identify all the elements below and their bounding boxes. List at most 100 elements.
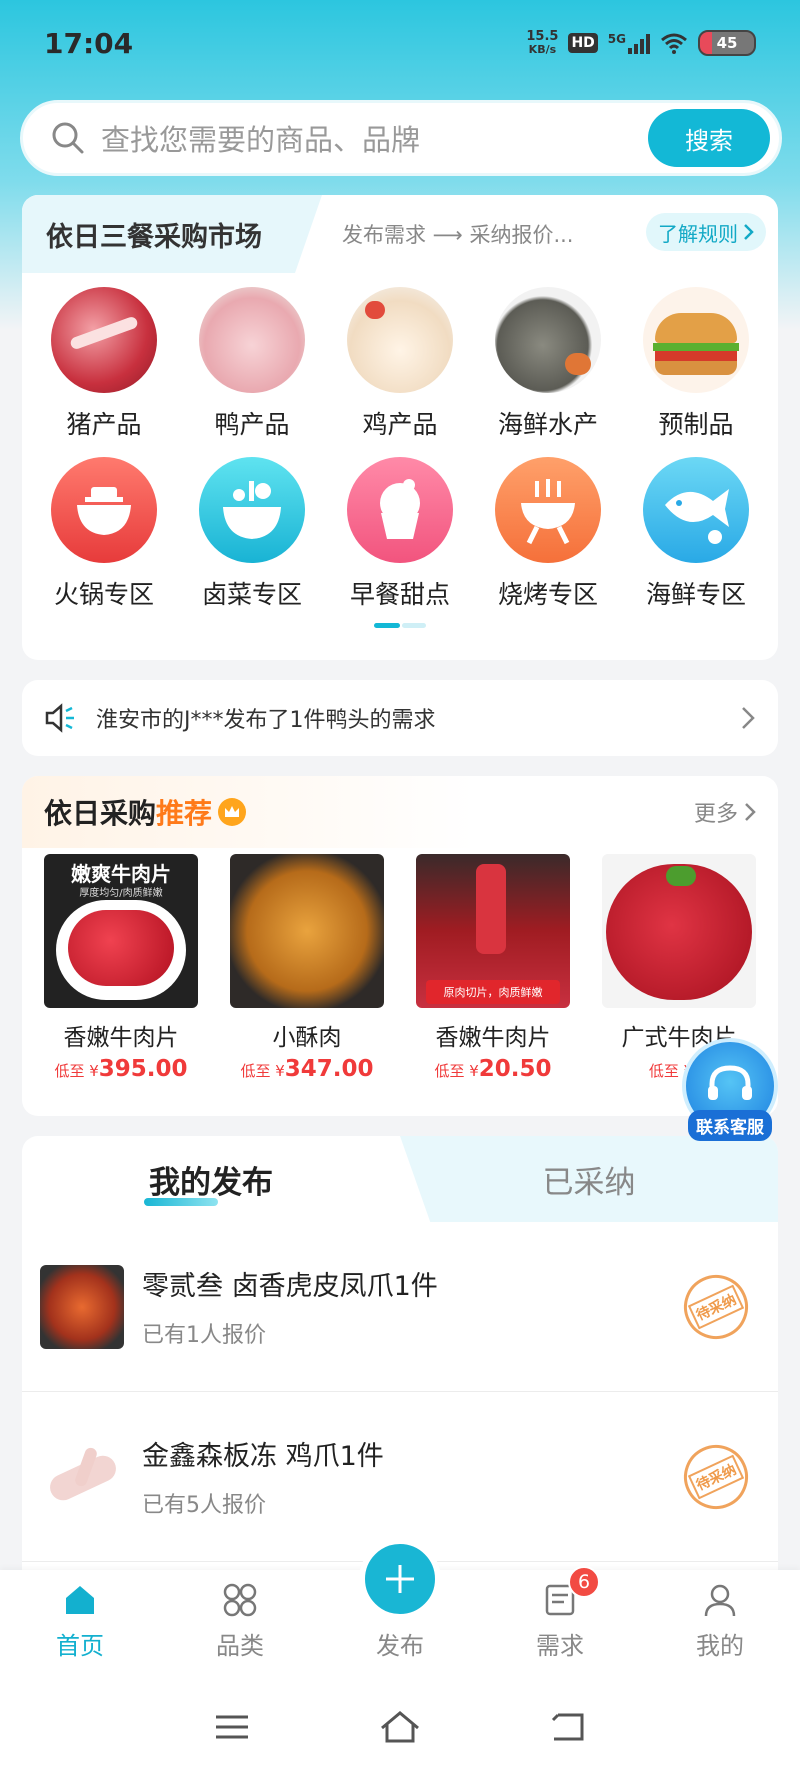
tab-adopted[interactable]: 已采纳 [400,1136,778,1222]
product-name: 小酥肉 [272,1025,342,1051]
category-chicken[interactable]: 鸡产品 [326,287,474,441]
tab-underline [144,1198,218,1206]
plus-icon [359,1538,441,1620]
item-image [40,1264,124,1349]
category-breakfast[interactable]: 早餐甜点 [326,457,474,611]
demand-badge: 6 [568,1566,600,1598]
bbq-icon [495,457,601,563]
product-image-caption: 原肉切片，肉质鲜嫩 [426,980,560,1004]
more-link[interactable]: 更多 [694,796,756,828]
search-input[interactable]: 查找您需要的商品、品牌 [101,117,648,159]
pork-icon [51,287,157,393]
tab-publish[interactable]: 发布 [320,1538,480,1675]
product-card[interactable]: 嫩爽牛肉片 厚度均匀/肉质鲜嫩 香嫩牛肉片 低至 ¥395.00 [44,854,198,1082]
home-icon [66,1586,94,1614]
category-label: 火锅专区 [53,580,154,609]
category-bbq[interactable]: 烧烤专区 [474,457,622,611]
product-price: 低至 ¥20.50 [434,1056,551,1082]
category-label: 鸭产品 [214,410,290,439]
price-prefix: 低至 ¥ [240,1062,285,1080]
item-quote-count: 已有5人报价 [142,1493,266,1518]
category-label: 海鲜专区 [645,580,746,609]
home-nav-icon[interactable] [379,1710,421,1744]
chevron-right-icon [742,707,755,729]
product-price: 低至 ¥347.00 [240,1056,373,1082]
category-hotpot[interactable]: 火锅专区 [30,457,178,611]
product-image-title: 嫩爽牛肉片 [71,862,171,886]
item-title: 金鑫森板冻 鸡爪1件 [142,1441,384,1472]
crown-icon [218,798,247,826]
signal-icon: 5G [608,32,650,54]
search-icon [52,122,84,154]
tab-label: 我的发布 [149,1164,273,1201]
tab-my-posts[interactable]: 我的发布 [22,1136,400,1222]
price-value: 20.50 [478,1056,552,1082]
status-time: 17:04 [44,26,134,60]
system-navigation-bar [0,1675,800,1778]
item-quote-count: 已有1人报价 [142,1323,266,1348]
page-indicator [374,623,426,628]
stamp-label: 待采纳 [687,1454,745,1499]
category-braised[interactable]: 卤菜专区 [178,457,326,611]
product-image: 原肉切片，肉质鲜嫩 [416,854,570,1008]
rules-link-label: 了解规则 [658,221,738,246]
back-icon[interactable] [550,1711,586,1743]
speed-unit: KB/s [528,43,557,56]
speed-value: 15.5 [526,29,559,44]
category-label: 早餐甜点 [349,580,450,609]
wifi-icon [661,33,687,54]
search-bar[interactable]: 查找您需要的商品、品牌 搜索 [20,100,782,176]
hotpot-icon [51,457,157,563]
tab-home[interactable]: 首页 [0,1570,160,1675]
recommend-title: 依日采购推荐 [44,792,212,832]
chicken-icon [347,287,453,393]
product-card[interactable]: 小酥肉 低至 ¥347.00 [230,854,384,1082]
tab-label: 发布 [376,1632,424,1660]
customer-service-button[interactable]: 联系客服 [678,1038,782,1148]
duck-icon [199,287,305,393]
list-item[interactable]: 零贰叁 卤香虎皮凤爪1件 已有1人报价 待采纳 [22,1222,778,1392]
rules-link[interactable]: 了解规则 [646,213,766,251]
seafood-icon [495,287,601,393]
chevron-right-icon [745,803,756,821]
user-icon [704,1584,736,1617]
tab-demand[interactable]: 6 需求 [480,1566,640,1675]
category-label: 烧烤专区 [497,580,598,609]
tab-mine[interactable]: 我的 [640,1570,800,1675]
category-label: 猪产品 [66,410,142,439]
status-bar: 17:04 15.5 KB/s HD 5G 45 [0,0,800,86]
menu-icon[interactable] [214,1713,250,1741]
tab-label: 我的 [696,1632,744,1660]
list-item[interactable]: 金鑫森板冻 鸡爪1件 已有5人报价 待采纳 [22,1392,778,1562]
notice-text: 淮安市的J***发布了1件鸭头的需求 [96,708,436,733]
pending-stamp: 待采纳 [673,1433,759,1520]
tab-label: 品类 [216,1632,264,1660]
network-speed: 15.5 KB/s [526,30,558,56]
price-prefix: 低至 ¥ [54,1062,99,1080]
category-label: 卤菜专区 [201,580,302,609]
recommend-card: 依日采购推荐 更多 嫩爽牛肉片 厚度均匀/肉质鲜嫩 香嫩牛肉片 低至 ¥395.… [22,776,778,1116]
category-seafood-zone[interactable]: 海鲜专区 [622,457,770,611]
product-price: 低至 ¥395.00 [54,1056,187,1082]
product-card[interactable]: 原肉切片，肉质鲜嫩 香嫩牛肉片 低至 ¥20.50 [416,854,570,1082]
category-duck[interactable]: 鸭产品 [178,287,326,441]
item-image [40,1434,124,1519]
product-name: 香嫩牛肉片 [63,1025,179,1051]
stamp-label: 待采纳 [687,1284,745,1329]
pending-stamp: 待采纳 [673,1263,759,1350]
recommend-title-main: 依日采购 [44,797,157,830]
item-title: 零贰叁 卤香虎皮凤爪1件 [142,1271,438,1302]
chevron-right-icon [744,224,754,240]
category-prepared[interactable]: 预制品 [622,287,770,441]
more-label: 更多 [693,802,738,827]
battery-icon: 45 [698,30,756,56]
braised-icon [199,457,305,563]
tab-category[interactable]: 品类 [160,1570,320,1675]
price-value: 347.00 [284,1056,374,1082]
category-pork[interactable]: 猪产品 [30,287,178,441]
category-seafood[interactable]: 海鲜水产 [474,287,622,441]
search-button[interactable]: 搜索 [648,109,770,167]
notice-bar[interactable]: 淮安市的J***发布了1件鸭头的需求 [22,680,778,756]
hd-icon: HD [568,33,598,53]
category-label: 预制品 [658,410,734,439]
